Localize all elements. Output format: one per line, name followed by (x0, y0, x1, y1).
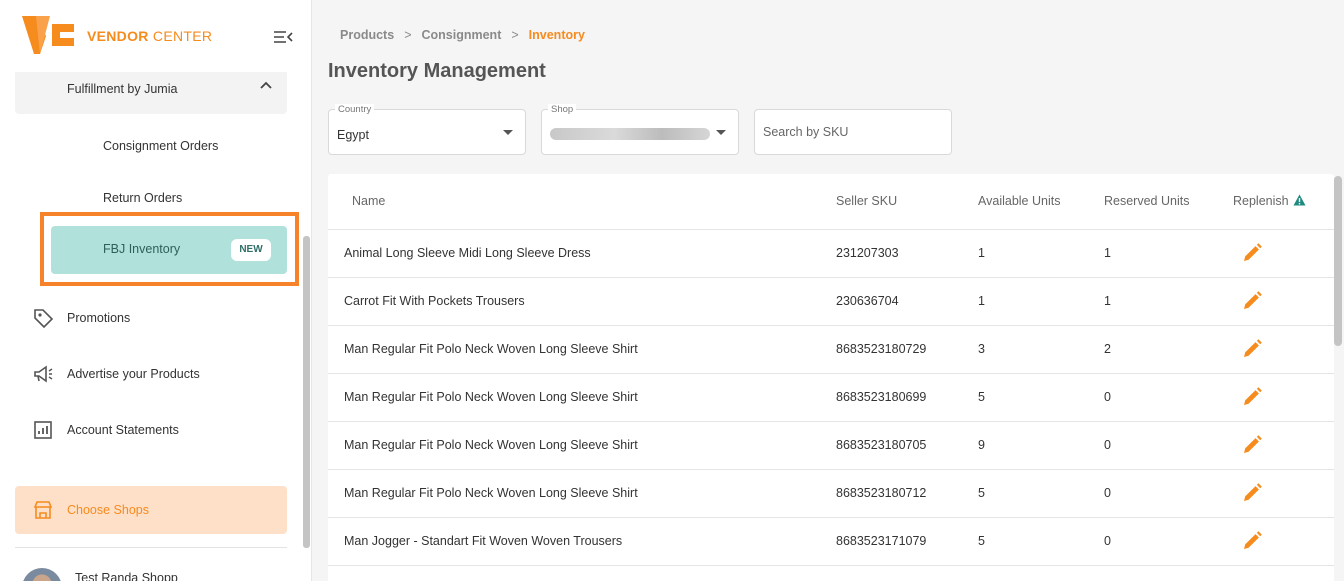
inventory-table: Name Seller SKU Available Units Reserved… (328, 174, 1334, 581)
cell-name: Man Regular Fit Polo Neck Woven Long Sle… (344, 438, 638, 452)
fulfillment-group[interactable]: Fulfillment by Jumia (15, 72, 287, 114)
country-value: Egypt (337, 128, 369, 142)
table-row[interactable]: Man Regular Fit Polo Neck Woven Long Sle… (328, 374, 1334, 422)
edit-pencil-icon[interactable] (1241, 290, 1263, 312)
edit-pencil-icon[interactable] (1241, 434, 1263, 456)
fulfillment-group-label: Fulfillment by Jumia (67, 82, 178, 96)
sidebar-item-account-statements[interactable]: Account Statements (30, 419, 290, 443)
sidebar: VENDOR CENTER Fulfillment by Jumia Consi… (0, 0, 312, 581)
column-seller-sku[interactable]: Seller SKU (836, 194, 897, 208)
content-scrollbar[interactable] (1334, 176, 1342, 346)
collapse-menu-icon[interactable] (272, 28, 294, 46)
edit-pencil-icon[interactable] (1241, 482, 1263, 504)
edit-pencil-icon[interactable] (1241, 386, 1263, 408)
breadcrumb-inventory: Inventory (528, 28, 585, 42)
warning-icon[interactable] (1293, 194, 1306, 206)
table-row[interactable]: Carrot Fit With Pockets Trousers 23063670… (328, 278, 1334, 326)
page-title: Inventory Management (328, 60, 546, 82)
tag-icon (34, 309, 54, 329)
cell-name: Carrot Fit With Pockets Trousers (344, 294, 525, 308)
breadcrumb-separator: > (404, 28, 412, 42)
cell-available-units: 3 (978, 342, 985, 356)
shop-value-redacted (550, 128, 710, 140)
cell-name: Animal Long Sleeve Midi Long Sleeve Dres… (344, 246, 591, 260)
brand-title: VENDOR CENTER (87, 28, 212, 44)
edit-pencil-icon[interactable] (1241, 242, 1263, 264)
shop-select[interactable]: Shop (541, 104, 739, 155)
sidebar-item-consignment-orders[interactable]: Consignment Orders (103, 139, 218, 153)
store-icon (33, 501, 53, 519)
choose-shops-label: Choose Shops (67, 503, 150, 517)
vendor-center-logo[interactable] (22, 16, 74, 54)
breadcrumb-consignment[interactable]: Consignment (422, 28, 502, 42)
cell-name: Man Regular Fit Polo Neck Woven Long Sle… (344, 486, 638, 500)
country-select[interactable]: Country Egypt (328, 104, 526, 155)
cell-seller-sku: 8683523180699 (836, 390, 927, 404)
brand-part2: CENTER (152, 28, 213, 44)
table-row[interactable]: Man Regular Fit Polo Neck Woven Long Sle… (328, 422, 1334, 470)
sidebar-item-label: Advertise your Products (67, 367, 200, 381)
cell-seller-sku: 8683523180705 (836, 438, 927, 452)
cell-reserved-units: 2 (1104, 342, 1111, 356)
edit-pencil-icon[interactable] (1241, 530, 1263, 552)
sidebar-item-label: Account Statements (67, 423, 179, 437)
search-sku-input[interactable] (754, 109, 952, 155)
column-available-units[interactable]: Available Units (978, 194, 1060, 208)
column-reserved-units[interactable]: Reserved Units (1104, 194, 1189, 208)
cell-name: Man Regular Fit Polo Neck Woven Long Sle… (344, 390, 638, 404)
cell-reserved-units: 0 (1104, 390, 1111, 404)
cell-seller-sku: 230636704 (836, 294, 899, 308)
user-name: Test Randa Shopp (75, 571, 178, 581)
cell-reserved-units: 0 (1104, 534, 1111, 548)
sidebar-item-advertise[interactable]: Advertise your Products (30, 363, 290, 387)
edit-pencil-icon[interactable] (1241, 338, 1263, 360)
chart-icon (34, 421, 52, 439)
avatar[interactable] (22, 568, 62, 581)
cell-available-units: 9 (978, 438, 985, 452)
country-label: Country (335, 104, 375, 115)
cell-seller-sku: 8683523180729 (836, 342, 927, 356)
cell-reserved-units: 1 (1104, 246, 1111, 260)
table-row[interactable]: Man Regular Fit Polo Neck Woven Long Sle… (328, 326, 1334, 374)
megaphone-icon (34, 365, 53, 383)
cell-seller-sku: 8683523180712 (836, 486, 927, 500)
sidebar-item-label: Promotions (67, 311, 131, 325)
sidebar-item-fbj-inventory[interactable]: FBJ Inventory NEW (51, 226, 287, 274)
caret-down-icon (716, 130, 726, 135)
new-badge: NEW (231, 239, 271, 261)
sidebar-item-promotions[interactable]: Promotions (30, 307, 290, 331)
cell-available-units: 5 (978, 486, 985, 500)
cell-available-units: 5 (978, 390, 985, 404)
cell-available-units: 1 (978, 246, 985, 260)
choose-shops-button[interactable]: Choose Shops (15, 486, 287, 534)
cell-available-units: 1 (978, 294, 985, 308)
cell-reserved-units: 0 (1104, 438, 1111, 452)
column-replenish-label: Replenish (1233, 194, 1289, 208)
brand-part1: VENDOR (87, 28, 149, 44)
cell-reserved-units: 1 (1104, 294, 1111, 308)
column-replenish: Replenish (1233, 194, 1306, 208)
sidebar-item-label: FBJ Inventory (103, 242, 181, 256)
breadcrumb-products[interactable]: Products (340, 28, 394, 42)
cell-seller-sku: 8683523171079 (836, 534, 927, 548)
table-row[interactable]: Man Regular Fit Polo Neck Woven Long Sle… (328, 470, 1334, 518)
breadcrumb-separator: > (511, 28, 519, 42)
cell-name: Man Regular Fit Polo Neck Woven Long Sle… (344, 342, 638, 356)
table-header: Name Seller SKU Available Units Reserved… (328, 174, 1334, 230)
sidebar-scrollbar[interactable] (303, 236, 310, 548)
sidebar-item-return-orders[interactable]: Return Orders (103, 191, 182, 205)
shop-label: Shop (548, 104, 577, 115)
cell-seller-sku: 231207303 (836, 246, 899, 260)
cell-available-units: 5 (978, 534, 985, 548)
sidebar-divider (15, 547, 287, 548)
cell-name: Man Jogger - Standart Fit Woven Woven Tr… (344, 534, 623, 548)
caret-down-icon (503, 130, 513, 135)
cell-reserved-units: 0 (1104, 486, 1111, 500)
table-row[interactable]: Man Jogger - Standart Fit Woven Woven Tr… (328, 518, 1334, 566)
table-row[interactable]: Animal Long Sleeve Midi Long Sleeve Dres… (328, 230, 1334, 278)
chevron-up-icon[interactable] (259, 80, 273, 90)
breadcrumb: Products > Consignment > Inventory (340, 28, 585, 42)
column-name[interactable]: Name (352, 194, 385, 208)
